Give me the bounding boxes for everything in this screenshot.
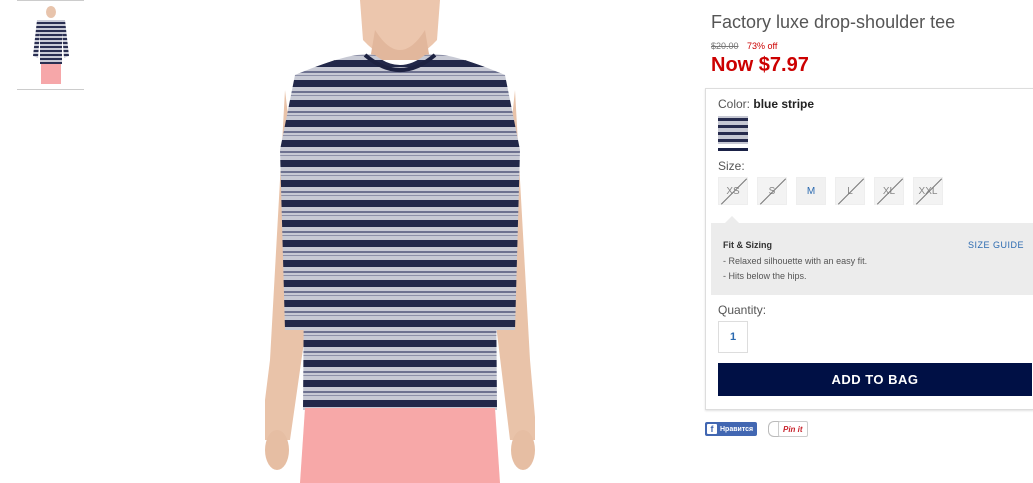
purchase-panel: Color: blue stripe Size: XS S M L XL XXL… [705,88,1033,410]
thumbnail-image [33,6,69,84]
original-price: $20.00 [711,41,739,51]
size-option-xl[interactable]: XL [874,177,904,205]
size-option-m[interactable]: M [796,177,826,205]
size-option-s[interactable]: S [757,177,787,205]
sale-price: Now $7.97 [711,54,809,76]
product-main-image [265,0,535,483]
size-option-l[interactable]: L [835,177,865,205]
size-guide-link[interactable]: SIZE GUIDE [968,240,1024,250]
discount-badge: 73% off [747,41,778,51]
product-thumbnail[interactable] [17,0,84,90]
fit-sizing-box: Fit & Sizing SIZE GUIDE - Relaxed silhou… [711,216,1033,295]
fit-box-notch [725,216,739,223]
quantity-input[interactable]: 1 [718,321,748,353]
size-option-xxl[interactable]: XXL [913,177,943,205]
facebook-like-label: Нравится [720,425,754,433]
selected-color-name: blue stripe [753,97,815,111]
size-option-xs[interactable]: XS [718,177,748,205]
fit-sizing-title: Fit & Sizing [723,240,772,250]
quantity-label: Quantity: [718,303,767,317]
add-to-bag-button[interactable]: ADD TO BAG [718,363,1032,396]
thumbnail-divider [17,0,84,1]
product-title: Factory luxe drop-shoulder tee [711,12,956,32]
color-label: Color: blue stripe [718,97,815,111]
size-options: XS S M L XL XXL [718,177,952,205]
facebook-like-button[interactable]: f Нравится [705,422,758,436]
fit-description-line: - Relaxed silhouette with an easy fit. [723,256,868,266]
selected-swatch-indicator [718,148,748,151]
pinterest-pin-button[interactable]: Pin it [778,421,808,437]
facebook-icon: f [707,424,717,434]
size-label: Size: [718,159,745,173]
color-swatch-blue-stripe[interactable] [718,116,748,144]
fit-description-line: - Hits below the hips. [723,271,807,281]
